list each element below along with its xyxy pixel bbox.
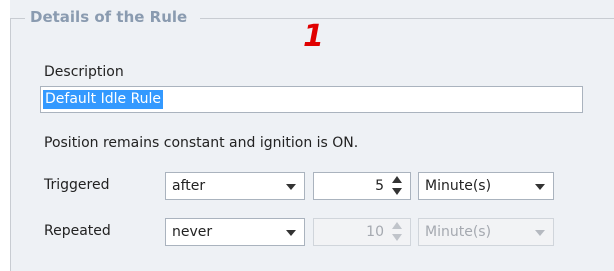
annotation-marker: 1 <box>303 19 324 54</box>
repeated-label: Repeated <box>44 223 111 239</box>
group-border <box>200 18 614 19</box>
group-border <box>10 18 25 19</box>
triggered-mode-select[interactable]: after <box>165 172 305 200</box>
triggered-amount-stepper[interactable]: 5 <box>313 172 411 200</box>
repeated-amount-stepper: 10 <box>313 218 411 246</box>
triggered-unit-select[interactable]: Minute(s) <box>418 172 554 200</box>
chevron-down-icon <box>286 230 296 236</box>
description-input[interactable]: Default Idle Rule <box>40 86 583 113</box>
spin-down-icon[interactable] <box>392 188 402 195</box>
repeated-unit-select: Minute(s) <box>418 218 554 246</box>
group-border <box>10 18 11 271</box>
chevron-down-icon <box>535 230 545 236</box>
repeated-mode-value: never <box>172 224 213 240</box>
triggered-unit-value: Minute(s) <box>425 178 492 194</box>
description-value: Default Idle Rule <box>43 90 164 109</box>
triggered-label: Triggered <box>44 177 110 193</box>
chevron-down-icon <box>535 184 545 190</box>
triggered-mode-value: after <box>172 178 206 194</box>
triggered-amount-value: 5 <box>375 178 384 194</box>
info-text: Position remains constant and ignition i… <box>44 135 359 151</box>
spin-up-icon[interactable] <box>392 176 402 183</box>
spin-up-icon <box>392 222 402 229</box>
description-label: Description <box>44 64 124 80</box>
repeated-mode-select[interactable]: never <box>165 218 305 246</box>
repeated-unit-value: Minute(s) <box>425 224 492 240</box>
group-title: Details of the Rule <box>30 8 188 26</box>
repeated-amount-value: 10 <box>366 224 384 240</box>
spin-down-icon <box>392 234 402 241</box>
chevron-down-icon <box>286 184 296 190</box>
